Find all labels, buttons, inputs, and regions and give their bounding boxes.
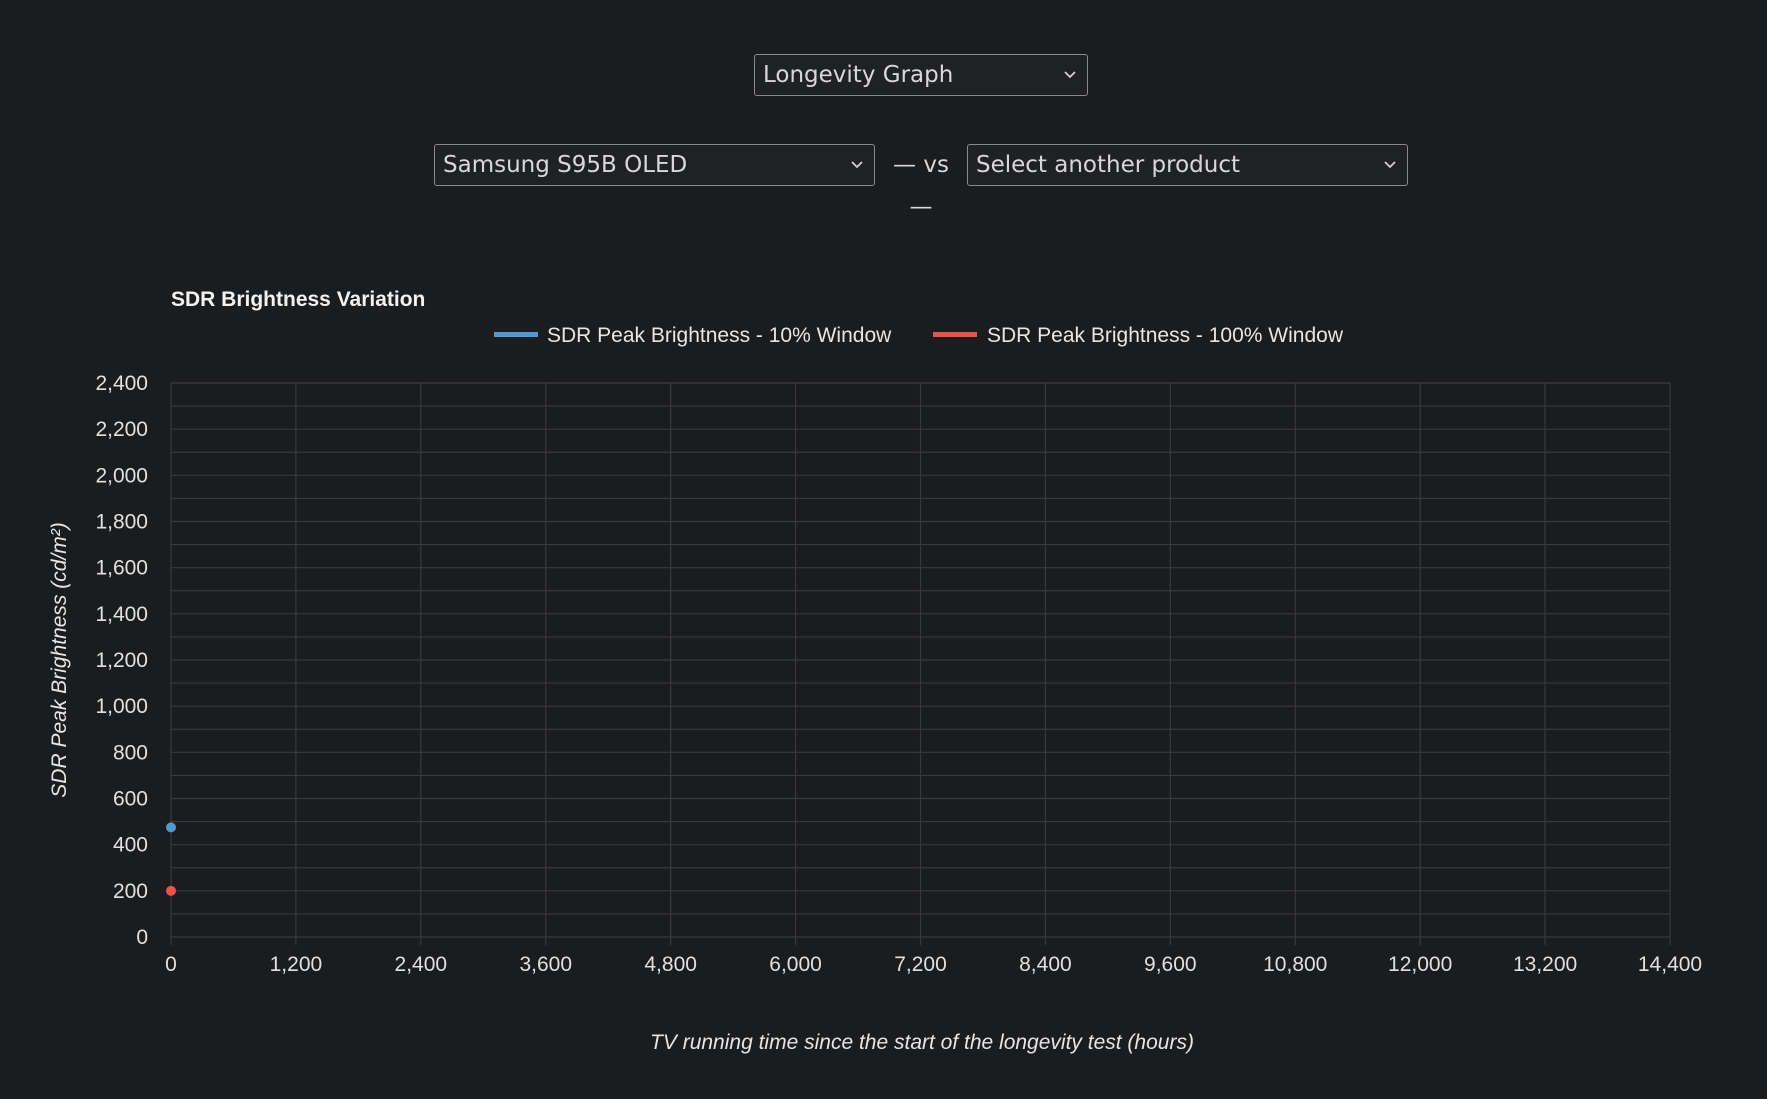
x-tick-label: 10,800 — [1263, 953, 1327, 976]
y-tick-label: 1,200 — [95, 649, 148, 672]
y-tick-label: 400 — [113, 834, 148, 857]
x-tick-label: 14,400 — [1638, 953, 1702, 976]
y-tick-label: 1,000 — [95, 695, 148, 718]
x-tick-label: 2,400 — [395, 953, 448, 976]
legend-swatch-100-window — [933, 332, 977, 337]
legend-label-100-window: SDR Peak Brightness - 100% Window — [987, 324, 1344, 347]
legend-swatch-10-window — [494, 332, 538, 337]
y-tick-label: 1,600 — [95, 557, 148, 580]
y-tick-label: 600 — [113, 788, 148, 811]
x-tick-label: 12,000 — [1388, 953, 1452, 976]
x-axis-ticks: 0 1,200 2,400 3,600 4,800 6,000 7,200 8,400 9,60… — [165, 953, 1702, 976]
x-tick-label: 8,400 — [1019, 953, 1072, 976]
y-axis-label: SDR Peak Brightness (cd/m²) — [48, 522, 71, 797]
x-tick-label: 0 — [165, 953, 177, 976]
data-point-10-window — [166, 822, 176, 833]
y-tick-label: 0 — [136, 926, 148, 949]
legend-item-100-window[interactable]: SDR Peak Brightness - 100% Window — [933, 324, 1344, 347]
x-tick-label: 1,200 — [270, 953, 323, 976]
y-tick-label: 2,000 — [95, 464, 148, 487]
x-axis-label: TV running time since the start of the l… — [650, 1031, 1194, 1054]
y-tick-label: 2,200 — [95, 418, 148, 441]
chart-title: SDR Brightness Variation — [171, 288, 425, 311]
x-tick-label: 7,200 — [894, 953, 947, 976]
y-tick-label: 1,800 — [95, 511, 148, 534]
x-tick-label: 3,600 — [519, 953, 572, 976]
y-tick-label: 200 — [113, 880, 148, 903]
chart-grid — [170, 382, 1671, 945]
y-tick-label: 2,400 — [95, 372, 148, 395]
y-tick-label: 1,400 — [95, 603, 148, 626]
x-tick-label: 13,200 — [1513, 953, 1577, 976]
x-tick-label: 9,600 — [1144, 953, 1197, 976]
legend-label-10-window: SDR Peak Brightness - 10% Window — [547, 324, 892, 347]
data-point-100-window — [166, 885, 176, 896]
x-tick-label: 6,000 — [769, 953, 822, 976]
chart-legend: SDR Peak Brightness - 10% Window SDR Pea… — [494, 324, 1344, 347]
longevity-chart: SDR Brightness Variation SDR Peak Bright… — [48, 288, 1702, 1054]
y-tick-label: 800 — [113, 741, 148, 764]
x-tick-label: 4,800 — [644, 953, 697, 976]
legend-item-10-window[interactable]: SDR Peak Brightness - 10% Window — [494, 324, 892, 347]
page: Longevity Graph Samsung S95B OLED — vs —… — [0, 0, 1767, 1099]
y-axis-ticks: 0 200 400 600 800 1,000 1,200 1,400 1,600 1,800 2,… — [95, 372, 148, 949]
